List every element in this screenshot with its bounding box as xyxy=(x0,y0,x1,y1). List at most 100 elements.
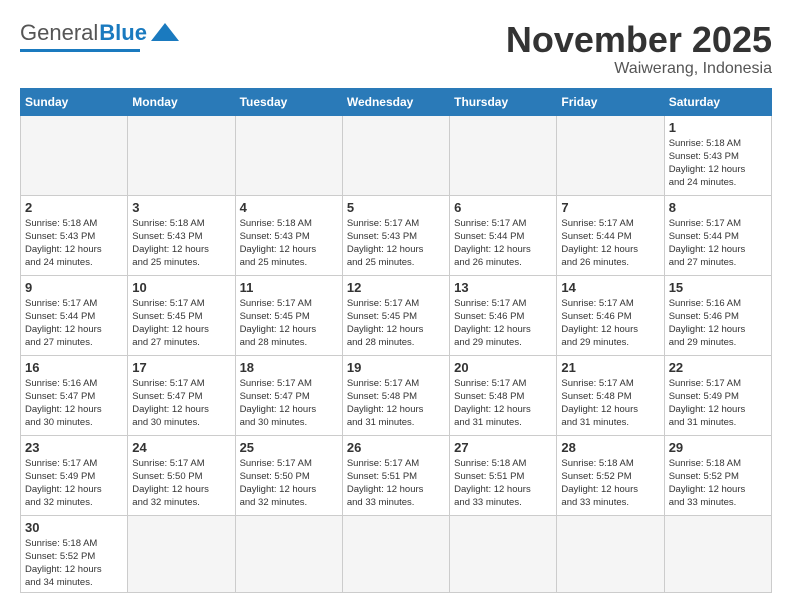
day-info: Sunrise: 5:17 AM Sunset: 5:46 PM Dayligh… xyxy=(561,297,659,350)
calendar-cell: 4 Sunrise: 5:18 AM Sunset: 5:43 PM Daylig… xyxy=(235,195,342,275)
day-info: Sunrise: 5:17 AM Sunset: 5:44 PM Dayligh… xyxy=(669,217,767,270)
day-info: Sunrise: 5:17 AM Sunset: 5:44 PM Dayligh… xyxy=(454,217,552,270)
calendar-cell: 6Sunrise: 5:17 AM Sunset: 5:44 PM Daylig… xyxy=(450,195,557,275)
weekday-header-row: SundayMondayTuesdayWednesdayThursdayFrid… xyxy=(21,88,772,115)
calendar-week-row: 9 Sunrise: 5:17 AM Sunset: 5:44 PM Daylig… xyxy=(21,275,772,355)
calendar-cell: 5 Sunrise: 5:17 AM Sunset: 5:43 PM Daylig… xyxy=(342,195,449,275)
calendar-cell: 19Sunrise: 5:17 AM Sunset: 5:48 PM Dayli… xyxy=(342,355,449,435)
day-info: Sunrise: 5:17 AM Sunset: 5:48 PM Dayligh… xyxy=(454,377,552,430)
day-number: 20 xyxy=(454,360,552,375)
calendar-cell xyxy=(342,515,449,592)
calendar-cell xyxy=(342,115,449,195)
weekday-header-tuesday: Tuesday xyxy=(235,88,342,115)
day-number: 21 xyxy=(561,360,659,375)
day-number: 10 xyxy=(132,280,230,295)
day-number: 11 xyxy=(240,280,338,295)
day-number: 27 xyxy=(454,440,552,455)
calendar-cell: 16 Sunrise: 5:16 AM Sunset: 5:47 PM Dayli… xyxy=(21,355,128,435)
calendar-week-row: 23Sunrise: 5:17 AM Sunset: 5:49 PM Dayli… xyxy=(21,435,772,515)
day-info: Sunrise: 5:17 AM Sunset: 5:49 PM Dayligh… xyxy=(669,377,767,430)
day-number: 15 xyxy=(669,280,767,295)
calendar-cell xyxy=(21,115,128,195)
calendar-cell: 1 Sunrise: 5:18 AM Sunset: 5:43 PM Daylig… xyxy=(664,115,771,195)
day-number: 26 xyxy=(347,440,445,455)
day-info: Sunrise: 5:18 AM Sunset: 5:43 PM Dayligh… xyxy=(669,137,767,190)
calendar-cell: 21 Sunrise: 5:17 AM Sunset: 5:48 PM Dayli… xyxy=(557,355,664,435)
weekday-header-saturday: Saturday xyxy=(664,88,771,115)
day-number: 8 xyxy=(669,200,767,215)
weekday-header-thursday: Thursday xyxy=(450,88,557,115)
day-info: Sunrise: 5:18 AM Sunset: 5:51 PM Dayligh… xyxy=(454,457,552,510)
day-info: Sunrise: 5:17 AM Sunset: 5:50 PM Dayligh… xyxy=(240,457,338,510)
day-info: Sunrise: 5:17 AM Sunset: 5:47 PM Dayligh… xyxy=(240,377,338,430)
day-number: 1 xyxy=(669,120,767,135)
weekday-header-friday: Friday xyxy=(557,88,664,115)
day-info: Sunrise: 5:18 AM Sunset: 5:43 PM Dayligh… xyxy=(240,217,338,270)
calendar-cell xyxy=(450,515,557,592)
day-info: Sunrise: 5:18 AM Sunset: 5:43 PM Dayligh… xyxy=(132,217,230,270)
calendar-week-row: 30 Sunrise: 5:18 AM Sunset: 5:52 PM Dayli… xyxy=(21,515,772,592)
calendar: SundayMondayTuesdayWednesdayThursdayFrid… xyxy=(20,88,772,593)
day-number: 14 xyxy=(561,280,659,295)
calendar-cell: 13Sunrise: 5:17 AM Sunset: 5:46 PM Dayli… xyxy=(450,275,557,355)
day-number: 22 xyxy=(669,360,767,375)
calendar-week-row: 1 Sunrise: 5:18 AM Sunset: 5:43 PM Daylig… xyxy=(21,115,772,195)
weekday-header-sunday: Sunday xyxy=(21,88,128,115)
day-info: Sunrise: 5:17 AM Sunset: 5:48 PM Dayligh… xyxy=(561,377,659,430)
day-info: Sunrise: 5:17 AM Sunset: 5:50 PM Dayligh… xyxy=(132,457,230,510)
weekday-header-wednesday: Wednesday xyxy=(342,88,449,115)
calendar-cell xyxy=(557,115,664,195)
weekday-header-monday: Monday xyxy=(128,88,235,115)
logo-underline xyxy=(20,49,140,52)
day-info: Sunrise: 5:16 AM Sunset: 5:46 PM Dayligh… xyxy=(669,297,767,350)
calendar-cell xyxy=(557,515,664,592)
day-number: 4 xyxy=(240,200,338,215)
calendar-cell: 28 Sunrise: 5:18 AM Sunset: 5:52 PM Dayli… xyxy=(557,435,664,515)
calendar-cell: 29Sunrise: 5:18 AM Sunset: 5:52 PM Dayli… xyxy=(664,435,771,515)
calendar-cell: 20 Sunrise: 5:17 AM Sunset: 5:48 PM Dayli… xyxy=(450,355,557,435)
day-number: 16 xyxy=(25,360,123,375)
day-number: 30 xyxy=(25,520,123,535)
day-number: 3 xyxy=(132,200,230,215)
calendar-cell: 18Sunrise: 5:17 AM Sunset: 5:47 PM Dayli… xyxy=(235,355,342,435)
calendar-cell: 23Sunrise: 5:17 AM Sunset: 5:49 PM Dayli… xyxy=(21,435,128,515)
calendar-cell xyxy=(235,115,342,195)
day-number: 23 xyxy=(25,440,123,455)
logo-general: General xyxy=(20,20,98,46)
day-info: Sunrise: 5:16 AM Sunset: 5:47 PM Dayligh… xyxy=(25,377,123,430)
calendar-cell: 8 Sunrise: 5:17 AM Sunset: 5:44 PM Daylig… xyxy=(664,195,771,275)
day-info: Sunrise: 5:17 AM Sunset: 5:51 PM Dayligh… xyxy=(347,457,445,510)
calendar-cell xyxy=(450,115,557,195)
calendar-cell: 25 Sunrise: 5:17 AM Sunset: 5:50 PM Dayli… xyxy=(235,435,342,515)
location: Waiwerang, Indonesia xyxy=(506,60,772,78)
day-number: 5 xyxy=(347,200,445,215)
calendar-cell: 9 Sunrise: 5:17 AM Sunset: 5:44 PM Daylig… xyxy=(21,275,128,355)
day-number: 9 xyxy=(25,280,123,295)
day-info: Sunrise: 5:17 AM Sunset: 5:43 PM Dayligh… xyxy=(347,217,445,270)
day-info: Sunrise: 5:17 AM Sunset: 5:45 PM Dayligh… xyxy=(240,297,338,350)
logo-blue: Blue xyxy=(99,20,147,46)
day-number: 12 xyxy=(347,280,445,295)
day-info: Sunrise: 5:18 AM Sunset: 5:52 PM Dayligh… xyxy=(25,537,123,590)
day-number: 28 xyxy=(561,440,659,455)
day-info: Sunrise: 5:18 AM Sunset: 5:52 PM Dayligh… xyxy=(561,457,659,510)
day-info: Sunrise: 5:17 AM Sunset: 5:45 PM Dayligh… xyxy=(347,297,445,350)
day-info: Sunrise: 5:18 AM Sunset: 5:43 PM Dayligh… xyxy=(25,217,123,270)
day-number: 19 xyxy=(347,360,445,375)
page-header: General Blue November 2025 Waiwerang, In… xyxy=(20,20,772,78)
calendar-cell xyxy=(664,515,771,592)
day-info: Sunrise: 5:17 AM Sunset: 5:47 PM Dayligh… xyxy=(132,377,230,430)
day-info: Sunrise: 5:17 AM Sunset: 5:44 PM Dayligh… xyxy=(25,297,123,350)
calendar-cell: 2 Sunrise: 5:18 AM Sunset: 5:43 PM Daylig… xyxy=(21,195,128,275)
logo-icon xyxy=(151,21,179,43)
calendar-cell: 12 Sunrise: 5:17 AM Sunset: 5:45 PM Dayli… xyxy=(342,275,449,355)
calendar-cell xyxy=(128,515,235,592)
title-block: November 2025 Waiwerang, Indonesia xyxy=(506,20,772,78)
month-title: November 2025 xyxy=(506,20,772,60)
day-number: 13 xyxy=(454,280,552,295)
day-number: 7 xyxy=(561,200,659,215)
calendar-cell xyxy=(235,515,342,592)
calendar-cell: 24Sunrise: 5:17 AM Sunset: 5:50 PM Dayli… xyxy=(128,435,235,515)
day-number: 2 xyxy=(25,200,123,215)
day-number: 25 xyxy=(240,440,338,455)
